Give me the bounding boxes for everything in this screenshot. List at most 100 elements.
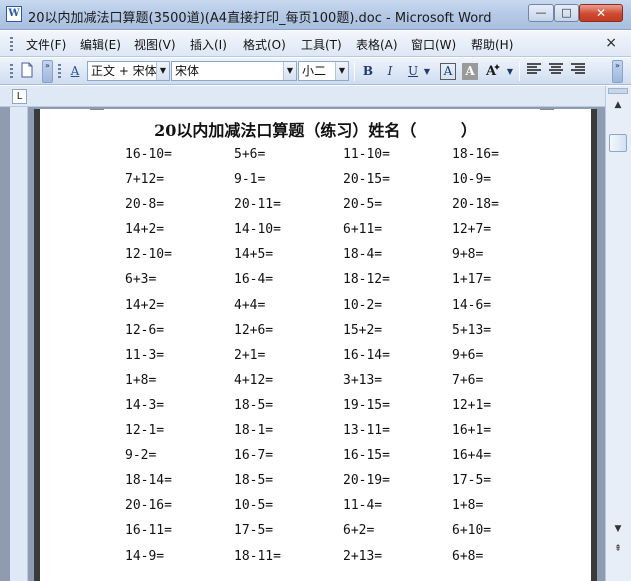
toolbar-options-chevron-2[interactable]: » [612, 60, 623, 83]
previous-page-icon[interactable]: ⇞ [608, 540, 628, 558]
vertical-ruler [10, 107, 28, 581]
problem-cell: 20-18= [452, 197, 499, 213]
character-border-button[interactable]: A [440, 63, 456, 80]
problem-cell: 19-15= [343, 397, 390, 413]
problem-cell: 14+5= [234, 247, 274, 263]
character-shading-button[interactable]: A [462, 63, 478, 80]
font-dropdown[interactable]: 宋体 ▼ [171, 61, 297, 81]
italic-button[interactable]: I [380, 62, 400, 81]
problem-cell: 12-10= [125, 247, 172, 263]
toolbar-options-chevron[interactable]: » [42, 60, 53, 83]
document-page[interactable]: 20以内加减法口算题（练习）姓名（ ） 16-10= 5+6= 11-10= 18-1… [34, 109, 597, 581]
align-right-icon[interactable] [568, 62, 588, 81]
problem-cell: 3+13= [343, 372, 383, 388]
tab-selector[interactable]: L [12, 89, 27, 104]
problem-cell: 10-5= [234, 498, 274, 514]
menu-tools[interactable]: 工具(T) [301, 36, 342, 53]
menu-file[interactable]: 文件(F) [26, 36, 66, 53]
problem-cell: 1+8= [125, 372, 157, 388]
problem-cell: 1+17= [452, 272, 492, 288]
problem-grid: 16-10= 5+6= 11-10= 18-16= 7+12= 9-1= 20-15= 10-… [125, 147, 561, 574]
problem-cell: 20-11= [234, 197, 281, 213]
split-handle[interactable] [608, 88, 628, 94]
problem-cell: 16-14= [343, 347, 390, 363]
scroll-thumb[interactable] [609, 134, 627, 152]
problem-row: 7+12= 9-1= 20-15= 10-9= [125, 172, 561, 197]
problem-cell: 9-2= [125, 448, 157, 464]
problem-cell: 11-3= [125, 347, 165, 363]
text-effects-dropdown-arrow-icon[interactable]: ▼ [505, 62, 515, 81]
problem-cell: 14-3= [125, 397, 165, 413]
problem-cell: 20-8= [125, 197, 165, 213]
crop-mark [540, 109, 554, 110]
maximize-button[interactable]: □ [554, 4, 579, 22]
align-center-icon[interactable] [546, 62, 566, 81]
font-size-dropdown-arrow-icon[interactable]: ▼ [335, 62, 348, 80]
problem-cell: 10-2= [343, 297, 383, 313]
problem-cell: 16-15= [343, 448, 390, 464]
problem-row: 14+2= 4+4= 10-2= 14-6= [125, 298, 561, 323]
problem-cell: 15+2= [343, 322, 383, 338]
problem-cell: 2+1= [234, 347, 266, 363]
problem-cell: 12+7= [452, 222, 492, 238]
font-dropdown-arrow-icon[interactable]: ▼ [283, 62, 296, 80]
problem-row: 9-2= 16-7= 16-15= 16+4= [125, 448, 561, 473]
problem-cell: 4+4= [234, 297, 266, 313]
problem-row: 11-3= 2+1= 16-14= 9+6= [125, 348, 561, 373]
problem-cell: 9+6= [452, 347, 484, 363]
problem-cell: 16-7= [234, 448, 274, 464]
scroll-down-icon[interactable]: ▼ [608, 520, 628, 538]
align-left-icon[interactable] [524, 62, 544, 81]
problem-cell: 6+3= [125, 272, 157, 288]
menu-help[interactable]: 帮助(H) [471, 36, 513, 53]
problem-cell: 16+1= [452, 423, 492, 439]
problem-row: 18-14= 18-5= 20-19= 17-5= [125, 473, 561, 498]
problem-cell: 18-1= [234, 423, 274, 439]
font-value: 宋体 [175, 64, 200, 78]
style-dropdown[interactable]: 正文 + 宋体 ▼ [87, 61, 170, 81]
style-dropdown-arrow-icon[interactable]: ▼ [156, 62, 169, 80]
problem-row: 6+3= 16-4= 18-12= 1+17= [125, 272, 561, 297]
close-document-icon[interactable]: × [605, 35, 617, 51]
problem-cell: 18-5= [234, 397, 274, 413]
problem-cell: 12-1= [125, 423, 165, 439]
underline-button[interactable]: U [403, 62, 423, 81]
scroll-up-icon[interactable]: ▲ [608, 96, 628, 114]
problem-row: 14+2= 14-10= 6+11= 12+7= [125, 222, 561, 247]
menu-window[interactable]: 窗口(W) [411, 36, 456, 53]
underline-dropdown-arrow-icon[interactable]: ▼ [421, 62, 433, 81]
problem-cell: 5+6= [234, 147, 266, 162]
crop-mark [90, 109, 104, 110]
close-button[interactable]: ✕ [579, 4, 623, 22]
menu-edit[interactable]: 编辑(E) [80, 36, 121, 53]
problem-cell: 1+8= [452, 498, 484, 514]
problem-cell: 6+8= [452, 548, 484, 564]
toolbar-grip-icon[interactable] [10, 64, 13, 79]
problem-cell: 17-5= [234, 523, 274, 539]
text-effects-icon[interactable]: A [484, 62, 504, 81]
toolbar-grip-icon-2[interactable] [58, 64, 61, 79]
font-size-dropdown[interactable]: 小二 ▼ [298, 61, 349, 81]
problem-cell: 12+1= [452, 397, 492, 413]
toolbar-separator [354, 62, 355, 81]
problem-cell: 18-14= [125, 473, 172, 489]
problem-cell: 17-5= [452, 473, 492, 489]
menu-bar: 文件(F) 编辑(E) 视图(V) 插入(I) 格式(O) 工具(T) 表格(A… [0, 31, 631, 57]
menu-insert[interactable]: 插入(I) [190, 36, 227, 53]
vertical-scrollbar[interactable]: ▲ ▼ ⇞ [605, 86, 631, 581]
bold-button[interactable]: B [358, 62, 378, 81]
worksheet-title: 20以内加减法口算题（练习）姓名（ ） [154, 121, 477, 140]
styles-pane-icon[interactable]: A [65, 62, 85, 81]
word-doc-icon[interactable]: W [6, 6, 22, 22]
minimize-button[interactable]: — [528, 4, 554, 22]
problem-cell: 2+13= [343, 548, 383, 564]
menu-view[interactable]: 视图(V) [134, 36, 176, 53]
problem-row: 14-9= 18-11= 2+13= 6+8= [125, 549, 561, 574]
menu-format[interactable]: 格式(O) [243, 36, 286, 53]
new-document-icon[interactable] [17, 62, 37, 81]
problem-cell: 16-4= [234, 272, 274, 288]
menu-grip-icon[interactable] [10, 37, 13, 51]
menu-table[interactable]: 表格(A) [356, 36, 398, 53]
problem-row: 20-16= 10-5= 11-4= 1+8= [125, 498, 561, 523]
problem-cell: 16-11= [125, 523, 172, 539]
